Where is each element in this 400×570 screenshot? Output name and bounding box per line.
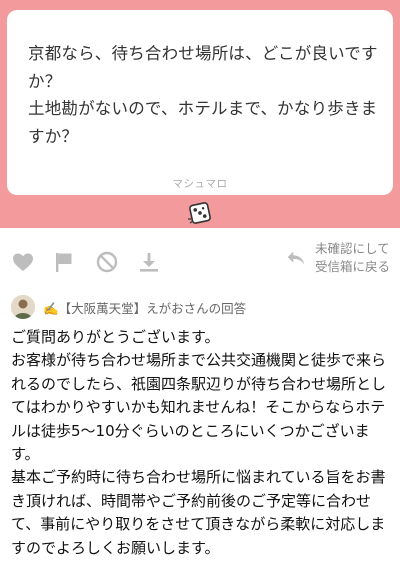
answer-text: ご質問ありがとうございます。 お客様が待ち合わせ場所まで公共交通機関と徒歩で来ら… — [11, 326, 391, 560]
download-icon[interactable] — [137, 250, 161, 274]
return-arrow-icon — [287, 251, 305, 265]
unconfirm-label: 未確認にして 受信箱に戻る — [315, 240, 390, 276]
answer-paragraph-2: お客様が待ち合わせ場所まで公共交通機関と徒歩で来られるのでしたら、祇園四条駅辺り… — [11, 351, 387, 464]
question-line-1: 京都なら、待ち合わせ場所は、どこが良いですか？ — [28, 44, 378, 91]
avatar[interactable] — [11, 295, 35, 319]
answer-paragraph-1: ご質問ありがとうございます。 — [11, 328, 220, 346]
question-line-2: 土地勘がないので、ホテルまで、かなり歩きますか？ — [28, 99, 378, 146]
unconfirm-line-2: 受信箱に戻る — [314, 259, 390, 274]
question-card: 京都なら、待ち合わせ場所は、どこが良いですか？ 土地勘がないので、ホテルまで、か… — [7, 10, 393, 195]
brand-label: マシュマロ — [172, 178, 228, 190]
unconfirm-line-1: 未確認にして — [314, 241, 390, 256]
page: 京都なら、待ち合わせ場所は、どこが良いですか？ 土地勘がないので、ホテルまで、か… — [0, 0, 400, 570]
block-icon[interactable] — [95, 250, 119, 274]
flag-icon[interactable] — [52, 250, 76, 274]
answer-paragraph-3: 基本ご予約時に待ち合わせ場所に悩まれている旨をお書き頂ければ、時間帯やご予約前後… — [11, 468, 386, 557]
answerer-label: ✍️【大阪萬天堂】えがおさんの回答 — [43, 300, 247, 316]
question-text: 京都なら、待ち合わせ場所は、どこが良いですか？ 土地勘がないので、ホテルまで、か… — [28, 40, 378, 150]
action-bar: 未確認にして 受信箱に戻る — [0, 238, 400, 282]
answer-header: ✍️【大阪萬天堂】えがおさんの回答 — [11, 294, 246, 320]
heart-icon[interactable] — [11, 250, 35, 274]
dice-icon[interactable] — [185, 198, 215, 228]
question-band: 京都なら、待ち合わせ場所は、どこが良いですか？ 土地勘がないので、ホテルまで、か… — [0, 0, 400, 228]
avatar-image — [11, 295, 35, 319]
unconfirm-return-button[interactable]: 未確認にして 受信箱に戻る — [285, 240, 390, 276]
